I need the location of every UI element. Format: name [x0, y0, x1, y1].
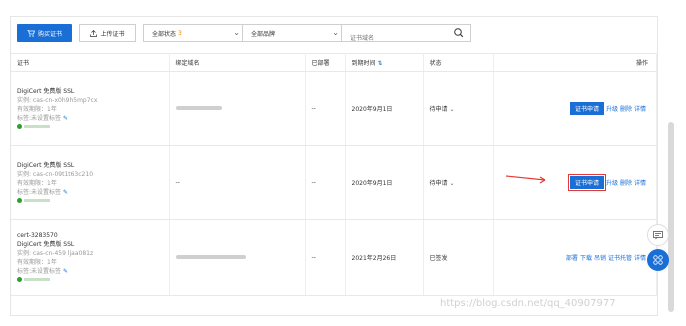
chevron-down-icon: ⌄: [449, 106, 455, 113]
expire-cell: 2020年9月1日: [345, 71, 424, 146]
chevron-down-icon: ⌄: [233, 28, 240, 37]
cert-name: DigiCert 免费版 SSL: [17, 87, 75, 95]
security-badge: [17, 277, 50, 282]
certificate-table: 证书 绑定域名 已部署 到期时间 ⇅ 状态 操作 DigiCert 免费版 SS…: [11, 53, 657, 296]
shield-icon: [17, 197, 22, 203]
search-input[interactable]: [342, 30, 446, 47]
shield-icon: [17, 123, 22, 129]
cart-icon: [26, 29, 35, 37]
cert-name: DigiCert 免费版 SSL: [17, 161, 75, 169]
col-header-domain: 绑定域名: [169, 53, 306, 72]
edit-icon[interactable]: ✎: [63, 115, 68, 122]
details-link[interactable]: 详情: [634, 106, 646, 113]
certificate-cell: DigiCert 免费版 SSL 实例: cas-cn-x0h9h5mp7cx …: [11, 71, 170, 146]
blurred-domain: [175, 255, 246, 259]
edit-icon[interactable]: ✎: [63, 268, 68, 275]
certificate-hosting-link[interactable]: 证书托管: [608, 255, 632, 262]
actions-cell: 部署 下载 吊销 证书托管 详情: [493, 219, 657, 296]
deployed-cell: --: [305, 71, 346, 146]
cert-validity: 有效期限：1年: [17, 179, 57, 187]
deploy-link[interactable]: 部署: [566, 255, 578, 262]
status-value: 待申请: [429, 106, 448, 113]
download-link[interactable]: 下载: [580, 255, 592, 262]
red-arrow-annotation: [505, 175, 546, 184]
chevron-down-icon: ⌄: [449, 180, 455, 187]
cert-instance: 实例: cas-cn-09t1t63c210: [17, 170, 94, 178]
blurred-domain: [175, 106, 222, 110]
apply-certificate-button[interactable]: 证书申请: [569, 102, 604, 115]
cert-validity: 有效期限：1年: [17, 259, 57, 266]
certificate-cell: cert-3283570 DigiCert 免费版 SSL 实例: cas-cn…: [11, 219, 170, 296]
cert-tag: 标签:未设置标签: [17, 188, 62, 196]
status-filter-select[interactable]: 全部状态 3 ⌄: [143, 24, 247, 42]
grid-icon: [653, 255, 663, 265]
status-cell[interactable]: 待申请 ⌄: [423, 71, 494, 146]
apps-button[interactable]: [647, 249, 669, 271]
col-header-actions: 操作: [493, 53, 657, 72]
chat-icon: [653, 230, 663, 239]
upgrade-link[interactable]: 升级: [606, 106, 618, 113]
delete-link[interactable]: 删除: [620, 180, 632, 187]
cert-tag: 标签:未设置标签: [17, 268, 62, 275]
table-row: cert-3283570 DigiCert 免费版 SSL 实例: cas-cn…: [11, 219, 657, 296]
cert-tag: 标签:未设置标签: [17, 114, 62, 122]
deployed-cell: --: [305, 219, 346, 296]
domain-cell: [169, 71, 306, 146]
col-header-certificate: 证书: [11, 53, 170, 72]
certificate-panel: 购买证书 上传证书 全部状态 3 ⌄ 全部品牌 ⌄ 证书域名 证书 绑定域名 已…: [10, 16, 658, 316]
page: 购买证书 上传证书 全部状态 3 ⌄ 全部品牌 ⌄ 证书域名 证书 绑定域名 已…: [0, 0, 686, 326]
chat-button[interactable]: [647, 224, 669, 246]
upload-icon: [90, 29, 98, 37]
status-filter-value: 全部状态: [152, 30, 177, 38]
col-header-status: 状态: [423, 53, 494, 72]
search-icon[interactable]: [452, 27, 466, 39]
cert-validity: 有效期限：1年: [17, 105, 57, 113]
status-value: 待申请: [429, 180, 448, 187]
toolbar: 购买证书 上传证书 全部状态 3 ⌄ 全部品牌 ⌄: [11, 17, 657, 53]
col-header-expire-label: 到期时间: [351, 60, 376, 67]
edit-icon[interactable]: ✎: [63, 189, 68, 196]
chevron-down-icon: ⌄: [332, 28, 339, 37]
details-link[interactable]: 详情: [634, 180, 646, 187]
shield-icon: [17, 277, 22, 282]
buy-certificate-button[interactable]: 购买证书: [17, 24, 72, 42]
status-count-badge: 3: [178, 29, 182, 37]
table-row: DigiCert 免费版 SSL 实例: cas-cn-x0h9h5mp7cx …: [11, 71, 657, 146]
details-link[interactable]: 详情: [634, 255, 646, 262]
brand-filter-select[interactable]: 全部品牌 ⌄: [242, 24, 346, 42]
status-cell[interactable]: 待申请 ⌄: [423, 145, 494, 220]
col-header-expire[interactable]: 到期时间 ⇅: [345, 53, 424, 72]
col-header-deployed: 已部署: [305, 53, 346, 72]
deployed-cell: --: [305, 145, 346, 220]
upgrade-link[interactable]: 升级: [606, 180, 618, 187]
cert-name: DigiCert 免费版 SSL: [17, 241, 75, 248]
scrollbar[interactable]: [668, 122, 674, 312]
certificate-cell: DigiCert 免费版 SSL 实例: cas-cn-09t1t63c210 …: [11, 145, 170, 220]
expire-cell: 2020年9月1日: [345, 145, 424, 220]
sort-icon[interactable]: ⇅: [377, 60, 382, 67]
apply-certificate-button[interactable]: 证书申请: [567, 174, 606, 191]
brand-filter-value: 全部品牌: [251, 30, 276, 38]
status-cell: 已签发: [423, 219, 494, 296]
watermark-text: https://blog.csdn.net/qq_40907977: [440, 298, 616, 309]
upload-certificate-label: 上传证书: [100, 30, 125, 38]
domain-cell: [169, 219, 306, 296]
upload-certificate-button[interactable]: 上传证书: [79, 24, 136, 42]
domain-cell: --: [169, 145, 306, 220]
cert-id: cert-3283570: [17, 232, 58, 239]
actions-cell: 证书申请 升级 删除 详情: [493, 71, 657, 146]
buy-certificate-label: 购买证书: [37, 30, 62, 38]
security-badge: [17, 197, 50, 203]
revoke-link[interactable]: 吊销: [594, 255, 606, 262]
search-box: [341, 24, 471, 47]
cert-instance: 实例: cas-cn-x0h9h5mp7cx: [17, 96, 98, 104]
table-row: DigiCert 免费版 SSL 实例: cas-cn-09t1t63c210 …: [11, 145, 657, 220]
security-badge: [17, 123, 50, 129]
delete-link[interactable]: 删除: [620, 106, 632, 113]
expire-cell: 2021年2月26日: [345, 219, 424, 296]
cert-instance: 实例: cas-cn-459 ljaa081z: [17, 250, 94, 257]
